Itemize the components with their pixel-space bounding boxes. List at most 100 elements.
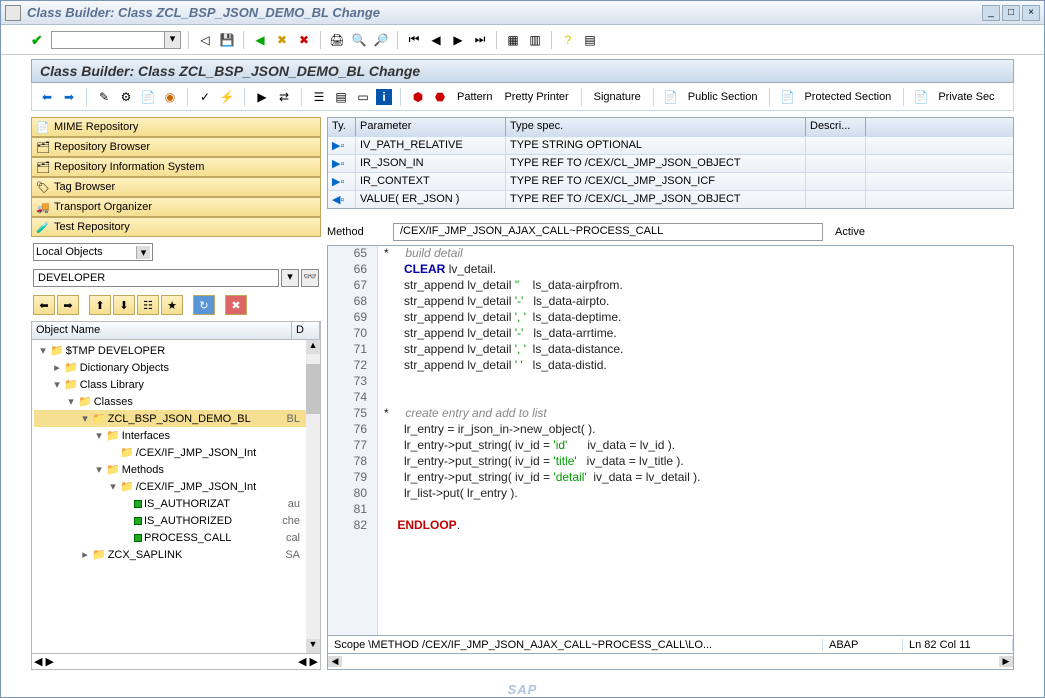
editor-hscrollbar[interactable]: ◀▶ [327,654,1014,670]
find-icon[interactable]: 🔍 [350,31,368,49]
breakpoint2-icon[interactable]: ⬣ [431,88,449,106]
param-row[interactable]: ▶▫IV_PATH_RELATIVETYPE STRING OPTIONAL [328,136,1013,154]
where-used-icon[interactable]: ⇄ [275,88,293,106]
tree-row[interactable]: ▸📁 ZCX_SAPLINKSA [34,546,318,563]
leaf-dot-icon [134,500,142,508]
tree-row[interactable]: ▾📁 /CEX/IF_JMP_JSON_Int [34,478,318,495]
nav-forward-icon[interactable]: ➡ [57,295,79,315]
nav-close-icon[interactable]: ✖ [225,295,247,315]
folder-icon: 📁 [106,463,120,476]
param-row[interactable]: ▶▫IR_JSON_INTYPE REF TO /CEX/CL_JMP_JSON… [328,154,1013,172]
nav-item-1[interactable]: 🗂Repository Browser [31,137,321,157]
tree-row[interactable]: ▾📁 Interfaces [34,427,318,444]
enhance-icon[interactable]: ◉ [161,88,179,106]
display-nav-icon[interactable]: ▤ [332,88,350,106]
private-icon: 📄 [912,88,930,106]
sap-logo: SAP [1,682,1044,697]
minimize-button[interactable]: _ [982,5,1000,21]
check-icon2[interactable]: ✓ [196,88,214,106]
tree-row[interactable]: IS_AUTHORIZATau [34,495,318,512]
new-session-icon[interactable]: ▦ [504,31,522,49]
nav-item-2[interactable]: 🗂Repository Information System [31,157,321,177]
cancel-icon[interactable]: ✖ [295,31,313,49]
param-row[interactable]: ▶▫IR_CONTEXTTYPE REF TO /CEX/CL_JMP_JSON… [328,172,1013,190]
titlebar: Class Builder: Class ZCL_BSP_JSON_DEMO_B… [1,1,1044,25]
tree-row[interactable]: ▾📁 Methods [34,461,318,478]
breakpoint-icon[interactable]: ⬢ [409,88,427,106]
leaf-dot-icon [134,534,142,542]
maximize-button[interactable]: □ [1002,5,1020,21]
first-page-icon[interactable]: ⏮ [405,31,423,49]
nav-back-icon[interactable]: ⬅ [33,295,55,315]
nav-item-4[interactable]: 🚚Transport Organizer [31,197,321,217]
nav-down-icon[interactable]: ⬇ [113,295,135,315]
status-lang: ABAP [823,639,903,651]
tree-label: /CEX/IF_JMP_JSON_Int [136,447,256,459]
dropdown-button[interactable]: ▾ [281,269,299,287]
command-field[interactable]: ▾ [51,31,181,49]
tree-row[interactable]: 📁 /CEX/IF_JMP_JSON_Int [34,444,318,461]
info-icon[interactable]: i [376,89,392,105]
close-button[interactable]: × [1022,5,1040,21]
nav-refresh-icon[interactable]: ↻ [193,295,215,315]
nav-tree-icon[interactable]: ☷ [137,295,159,315]
public-section-button[interactable]: Public Section [684,91,762,103]
tree-row[interactable]: ▾📁 ZCL_BSP_JSON_DEMO_BLBL [34,410,318,427]
print-icon[interactable]: 🖨 [328,31,346,49]
back-arrow-icon[interactable]: ⬅ [38,88,56,106]
tree-vscrollbar[interactable]: ▲▼ [306,340,320,653]
tree-header-name: Object Name [32,322,292,339]
code-editor[interactable]: 656667686970717273747576777879808182 * b… [327,245,1014,636]
next-page-icon[interactable]: ▶ [449,31,467,49]
nav-item-icon: 🗂 [36,140,50,154]
object-user-input[interactable]: DEVELOPER [33,269,279,287]
signature-button[interactable]: Signature [590,91,645,103]
glasses-icon[interactable]: 👓 [301,269,319,287]
editor-status-bar: Scope \METHOD /CEX/IF_JMP_JSON_AJAX_CALL… [327,636,1014,654]
test-icon[interactable]: ▶ [253,88,271,106]
tree-row[interactable]: ▾📁 Classes [34,393,318,410]
nav-item-5[interactable]: 🧪Test Repository [31,217,321,237]
prev-page-icon[interactable]: ◀ [427,31,445,49]
method-name-field[interactable]: /CEX/IF_JMP_JSON_AJAX_CALL~PROCESS_CALL [393,223,823,241]
page-title: Class Builder: Class ZCL_BSP_JSON_DEMO_B… [31,59,1014,83]
status-scope: Scope \METHOD /CEX/IF_JMP_JSON_AJAX_CALL… [328,639,823,651]
layout-icon[interactable]: ▥ [526,31,544,49]
forward-arrow-icon[interactable]: ➡ [60,88,78,106]
customize-icon[interactable]: ▤ [581,31,599,49]
fullscreen-icon[interactable]: ▭ [354,88,372,106]
check-icon[interactable]: ✔ [31,32,47,48]
toggle-icon[interactable]: ✎ [95,88,113,106]
nav-item-icon: 📄 [36,120,50,134]
back-icon[interactable]: ◁ [196,31,214,49]
tree-row[interactable]: ▾📁 Class Library [34,376,318,393]
nav-item-0[interactable]: 📄MIME Repository [31,117,321,137]
method-status: Active [829,226,871,238]
back-nav-icon[interactable]: ◀ [251,31,269,49]
find-next-icon[interactable]: 🔎 [372,31,390,49]
tree-row[interactable]: IS_AUTHORIZEDche [34,512,318,529]
save-icon[interactable]: 💾 [218,31,236,49]
nav-item-3[interactable]: 🏷Tag Browser [31,177,321,197]
param-row[interactable]: ◀▫VALUE( ER_JSON )TYPE REF TO /CEX/CL_JM… [328,190,1013,208]
last-page-icon[interactable]: ⏭ [471,31,489,49]
folder-icon: 📁 [92,548,106,561]
other-object-icon[interactable]: 📄 [139,88,157,106]
nav-favorite-icon[interactable]: ★ [161,295,183,315]
tree-row[interactable]: PROCESS_CALLcal [34,529,318,546]
pretty-printer-button[interactable]: Pretty Printer [500,91,572,103]
nav-up-icon[interactable]: ⬆ [89,295,111,315]
activate-icon[interactable]: ⚡ [218,88,236,106]
private-section-button[interactable]: Private Sec [934,91,998,103]
display-list-icon[interactable]: ☰ [310,88,328,106]
tree-label: Dictionary Objects [80,362,169,374]
active-inactive-icon[interactable]: ⚙ [117,88,135,106]
pattern-button[interactable]: Pattern [453,91,496,103]
exit-icon[interactable]: ✖ [273,31,291,49]
object-category-select[interactable]: Local Objects ▾ [33,243,153,261]
tree-hscrollbar[interactable]: ◀ ▶◀ ▶ [32,653,320,669]
tree-row[interactable]: ▸📁 Dictionary Objects [34,359,318,376]
help-icon[interactable]: ? [559,31,577,49]
tree-row[interactable]: ▾📁 $TMP DEVELOPER [34,342,318,359]
protected-section-button[interactable]: Protected Section [800,91,895,103]
